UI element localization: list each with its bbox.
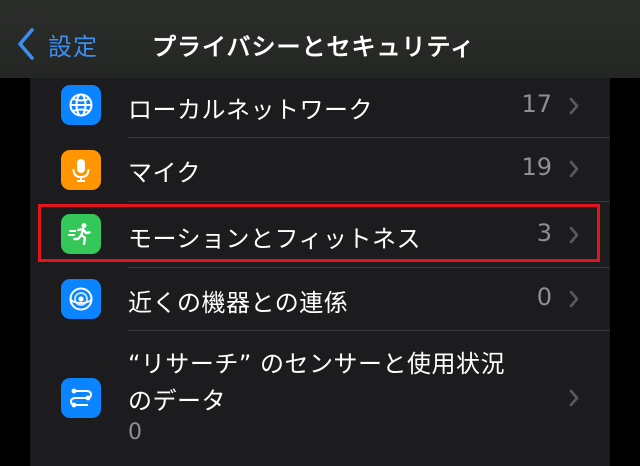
list-item-label: ローカルネットワーク xyxy=(128,96,373,124)
list-item-count: 17 xyxy=(521,90,552,118)
chevron-right-icon xyxy=(569,389,579,407)
microphone-icon xyxy=(61,150,101,190)
navigation-bar: 設定 プライバシーとセキュリティ xyxy=(0,0,640,78)
list-item-count: 0 xyxy=(536,283,552,311)
list-item-label: マイク xyxy=(128,159,202,187)
list-item-label: 近くの機器との連係 xyxy=(128,289,349,317)
globe-network-icon xyxy=(61,85,101,125)
list-item-label-line2: のデータ xyxy=(128,387,226,415)
nearby-devices-icon xyxy=(61,279,101,319)
list-item-label-line1: “リサーチ” のセンサーと使用状況 xyxy=(128,350,505,378)
page-title: プライバシーとセキュリティ xyxy=(152,33,476,61)
back-label: 設定 xyxy=(48,32,98,61)
settings-list: ローカルネットワーク 17 マイク 19 モーションとフィットネス 3 近くの機… xyxy=(30,78,610,466)
list-item-microphone[interactable]: マイク 19 xyxy=(30,138,610,198)
highlight-box xyxy=(38,204,600,262)
list-item-research-sensor-data[interactable]: “リサーチ” のセンサーと使用状況 のデータ 0 xyxy=(30,331,610,466)
list-item-count: 19 xyxy=(521,153,552,181)
list-item-local-network[interactable]: ローカルネットワーク 17 xyxy=(30,78,610,134)
chevron-right-icon xyxy=(569,290,579,308)
chevron-right-icon xyxy=(569,97,579,115)
list-item-count: 0 xyxy=(128,420,142,445)
research-sensors-icon xyxy=(61,378,101,418)
chevron-right-icon xyxy=(569,160,579,178)
back-button[interactable]: 設定 xyxy=(16,24,98,64)
list-item-nearby-interactions[interactable]: 近くの機器との連係 0 xyxy=(30,268,610,330)
chevron-left-icon xyxy=(18,28,34,60)
